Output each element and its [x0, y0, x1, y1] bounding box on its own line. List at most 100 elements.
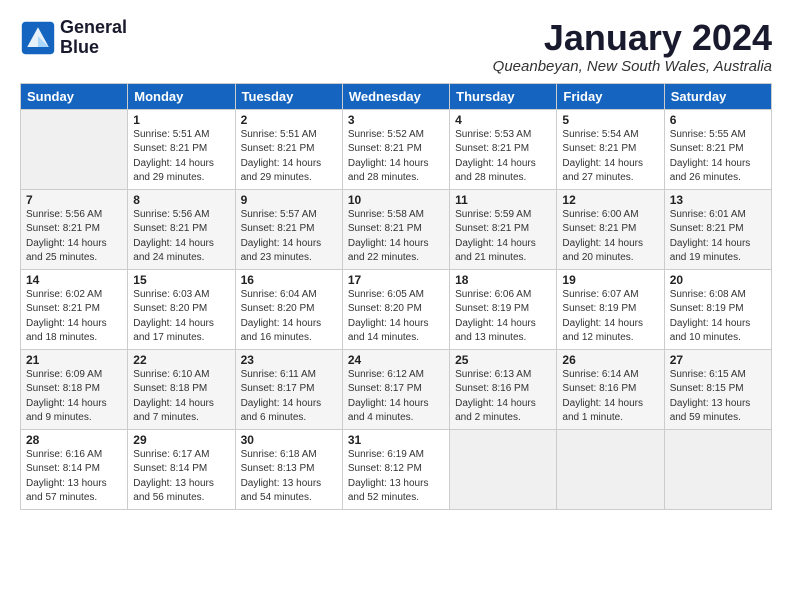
day-cell-23: 23Sunrise: 6:11 AM Sunset: 8:17 PM Dayli…	[235, 349, 342, 429]
day-number: 27	[670, 353, 766, 367]
day-info: Sunrise: 6:15 AM Sunset: 8:15 PM Dayligh…	[670, 368, 766, 426]
day-number: 22	[133, 353, 229, 367]
day-cell-12: 12Sunrise: 6:00 AM Sunset: 8:21 PM Dayli…	[557, 189, 664, 269]
empty-cell	[557, 429, 664, 509]
day-cell-8: 8Sunrise: 5:56 AM Sunset: 8:21 PM Daylig…	[128, 189, 235, 269]
header-day-sunday: Sunday	[21, 83, 128, 109]
day-info: Sunrise: 6:18 AM Sunset: 8:13 PM Dayligh…	[241, 448, 337, 506]
day-number: 10	[348, 193, 444, 207]
day-info: Sunrise: 5:55 AM Sunset: 8:21 PM Dayligh…	[670, 128, 766, 186]
day-number: 11	[455, 193, 551, 207]
day-info: Sunrise: 5:59 AM Sunset: 8:21 PM Dayligh…	[455, 208, 551, 266]
day-cell-13: 13Sunrise: 6:01 AM Sunset: 8:21 PM Dayli…	[664, 189, 771, 269]
day-cell-29: 29Sunrise: 6:17 AM Sunset: 8:14 PM Dayli…	[128, 429, 235, 509]
day-number: 5	[562, 113, 658, 127]
day-info: Sunrise: 6:08 AM Sunset: 8:19 PM Dayligh…	[670, 288, 766, 346]
day-info: Sunrise: 6:16 AM Sunset: 8:14 PM Dayligh…	[26, 448, 122, 506]
day-cell-9: 9Sunrise: 5:57 AM Sunset: 8:21 PM Daylig…	[235, 189, 342, 269]
week-row-4: 21Sunrise: 6:09 AM Sunset: 8:18 PM Dayli…	[21, 349, 772, 429]
day-info: Sunrise: 6:14 AM Sunset: 8:16 PM Dayligh…	[562, 368, 658, 426]
day-cell-20: 20Sunrise: 6:08 AM Sunset: 8:19 PM Dayli…	[664, 269, 771, 349]
day-info: Sunrise: 5:51 AM Sunset: 8:21 PM Dayligh…	[133, 128, 229, 186]
day-number: 2	[241, 113, 337, 127]
day-info: Sunrise: 6:17 AM Sunset: 8:14 PM Dayligh…	[133, 448, 229, 506]
day-cell-30: 30Sunrise: 6:18 AM Sunset: 8:13 PM Dayli…	[235, 429, 342, 509]
day-info: Sunrise: 5:52 AM Sunset: 8:21 PM Dayligh…	[348, 128, 444, 186]
day-number: 1	[133, 113, 229, 127]
day-cell-22: 22Sunrise: 6:10 AM Sunset: 8:18 PM Dayli…	[128, 349, 235, 429]
day-info: Sunrise: 6:01 AM Sunset: 8:21 PM Dayligh…	[670, 208, 766, 266]
day-number: 12	[562, 193, 658, 207]
week-row-1: 1Sunrise: 5:51 AM Sunset: 8:21 PM Daylig…	[21, 109, 772, 189]
day-info: Sunrise: 5:57 AM Sunset: 8:21 PM Dayligh…	[241, 208, 337, 266]
header-day-thursday: Thursday	[450, 83, 557, 109]
day-info: Sunrise: 5:54 AM Sunset: 8:21 PM Dayligh…	[562, 128, 658, 186]
header-row: General Blue January 2024 Queanbeyan, Ne…	[20, 18, 772, 75]
day-cell-28: 28Sunrise: 6:16 AM Sunset: 8:14 PM Dayli…	[21, 429, 128, 509]
day-number: 25	[455, 353, 551, 367]
day-info: Sunrise: 6:04 AM Sunset: 8:20 PM Dayligh…	[241, 288, 337, 346]
day-info: Sunrise: 6:05 AM Sunset: 8:20 PM Dayligh…	[348, 288, 444, 346]
day-info: Sunrise: 6:06 AM Sunset: 8:19 PM Dayligh…	[455, 288, 551, 346]
day-number: 26	[562, 353, 658, 367]
day-number: 19	[562, 273, 658, 287]
day-cell-2: 2Sunrise: 5:51 AM Sunset: 8:21 PM Daylig…	[235, 109, 342, 189]
day-cell-7: 7Sunrise: 5:56 AM Sunset: 8:21 PM Daylig…	[21, 189, 128, 269]
day-cell-11: 11Sunrise: 5:59 AM Sunset: 8:21 PM Dayli…	[450, 189, 557, 269]
header-day-wednesday: Wednesday	[342, 83, 449, 109]
day-info: Sunrise: 6:10 AM Sunset: 8:18 PM Dayligh…	[133, 368, 229, 426]
day-info: Sunrise: 5:56 AM Sunset: 8:21 PM Dayligh…	[133, 208, 229, 266]
day-number: 3	[348, 113, 444, 127]
day-number: 4	[455, 113, 551, 127]
day-info: Sunrise: 6:09 AM Sunset: 8:18 PM Dayligh…	[26, 368, 122, 426]
calendar-body: 1Sunrise: 5:51 AM Sunset: 8:21 PM Daylig…	[21, 109, 772, 509]
week-row-5: 28Sunrise: 6:16 AM Sunset: 8:14 PM Dayli…	[21, 429, 772, 509]
day-info: Sunrise: 6:19 AM Sunset: 8:12 PM Dayligh…	[348, 448, 444, 506]
day-info: Sunrise: 6:00 AM Sunset: 8:21 PM Dayligh…	[562, 208, 658, 266]
day-cell-3: 3Sunrise: 5:52 AM Sunset: 8:21 PM Daylig…	[342, 109, 449, 189]
day-cell-17: 17Sunrise: 6:05 AM Sunset: 8:20 PM Dayli…	[342, 269, 449, 349]
day-number: 7	[26, 193, 122, 207]
header-day-saturday: Saturday	[664, 83, 771, 109]
day-number: 23	[241, 353, 337, 367]
logo-text: General Blue	[60, 18, 127, 58]
calendar-title: January 2024	[493, 18, 772, 58]
day-number: 28	[26, 433, 122, 447]
day-cell-24: 24Sunrise: 6:12 AM Sunset: 8:17 PM Dayli…	[342, 349, 449, 429]
day-cell-6: 6Sunrise: 5:55 AM Sunset: 8:21 PM Daylig…	[664, 109, 771, 189]
day-info: Sunrise: 6:12 AM Sunset: 8:17 PM Dayligh…	[348, 368, 444, 426]
day-number: 17	[348, 273, 444, 287]
day-number: 16	[241, 273, 337, 287]
day-info: Sunrise: 5:58 AM Sunset: 8:21 PM Dayligh…	[348, 208, 444, 266]
day-number: 18	[455, 273, 551, 287]
day-info: Sunrise: 5:53 AM Sunset: 8:21 PM Dayligh…	[455, 128, 551, 186]
day-cell-19: 19Sunrise: 6:07 AM Sunset: 8:19 PM Dayli…	[557, 269, 664, 349]
day-number: 30	[241, 433, 337, 447]
week-row-3: 14Sunrise: 6:02 AM Sunset: 8:21 PM Dayli…	[21, 269, 772, 349]
day-cell-15: 15Sunrise: 6:03 AM Sunset: 8:20 PM Dayli…	[128, 269, 235, 349]
logo-line2: Blue	[60, 38, 127, 58]
page: General Blue January 2024 Queanbeyan, Ne…	[0, 0, 792, 612]
day-number: 24	[348, 353, 444, 367]
day-cell-26: 26Sunrise: 6:14 AM Sunset: 8:16 PM Dayli…	[557, 349, 664, 429]
day-cell-4: 4Sunrise: 5:53 AM Sunset: 8:21 PM Daylig…	[450, 109, 557, 189]
day-number: 14	[26, 273, 122, 287]
header-day-tuesday: Tuesday	[235, 83, 342, 109]
day-cell-10: 10Sunrise: 5:58 AM Sunset: 8:21 PM Dayli…	[342, 189, 449, 269]
day-number: 8	[133, 193, 229, 207]
empty-cell	[21, 109, 128, 189]
calendar-table: SundayMondayTuesdayWednesdayThursdayFrid…	[20, 83, 772, 510]
day-cell-27: 27Sunrise: 6:15 AM Sunset: 8:15 PM Dayli…	[664, 349, 771, 429]
day-cell-5: 5Sunrise: 5:54 AM Sunset: 8:21 PM Daylig…	[557, 109, 664, 189]
logo: General Blue	[20, 18, 127, 58]
empty-cell	[664, 429, 771, 509]
day-cell-21: 21Sunrise: 6:09 AM Sunset: 8:18 PM Dayli…	[21, 349, 128, 429]
day-info: Sunrise: 6:02 AM Sunset: 8:21 PM Dayligh…	[26, 288, 122, 346]
day-number: 9	[241, 193, 337, 207]
empty-cell	[450, 429, 557, 509]
day-info: Sunrise: 6:07 AM Sunset: 8:19 PM Dayligh…	[562, 288, 658, 346]
day-cell-1: 1Sunrise: 5:51 AM Sunset: 8:21 PM Daylig…	[128, 109, 235, 189]
day-info: Sunrise: 6:11 AM Sunset: 8:17 PM Dayligh…	[241, 368, 337, 426]
day-info: Sunrise: 6:03 AM Sunset: 8:20 PM Dayligh…	[133, 288, 229, 346]
calendar-header: SundayMondayTuesdayWednesdayThursdayFrid…	[21, 83, 772, 109]
